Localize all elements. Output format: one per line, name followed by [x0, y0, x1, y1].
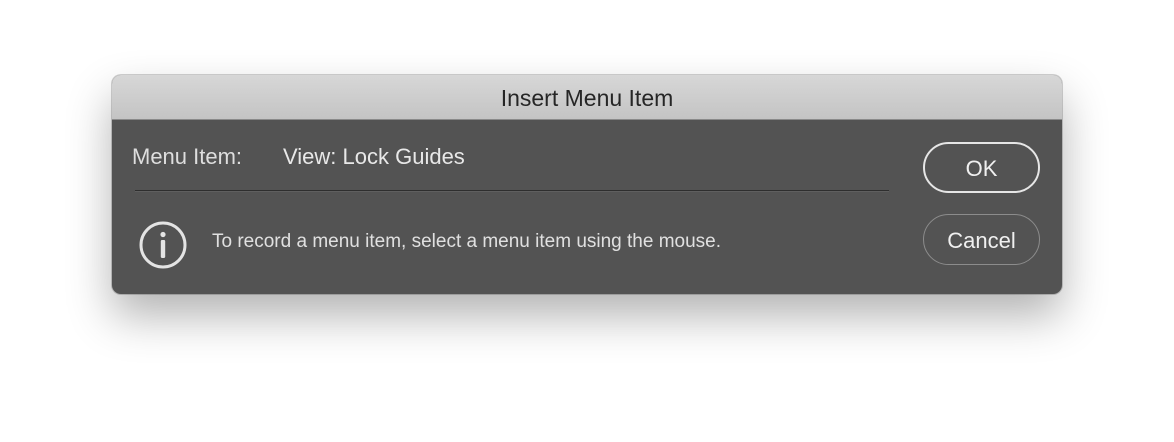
cancel-button[interactable]: Cancel [923, 214, 1040, 265]
info-message: To record a menu item, select a menu ite… [212, 231, 722, 252]
menu-item-label: Menu Item: [132, 144, 243, 169]
ok-button[interactable]: OK [923, 142, 1040, 193]
insert-menu-item-dialog: Insert Menu Item Menu Item: View: Lock G… [112, 75, 1062, 294]
dialog-title: Insert Menu Item [112, 75, 1062, 120]
info-circle-icon [138, 220, 188, 270]
divider [135, 190, 889, 192]
menu-item-value: View: Lock Guides [283, 144, 465, 169]
